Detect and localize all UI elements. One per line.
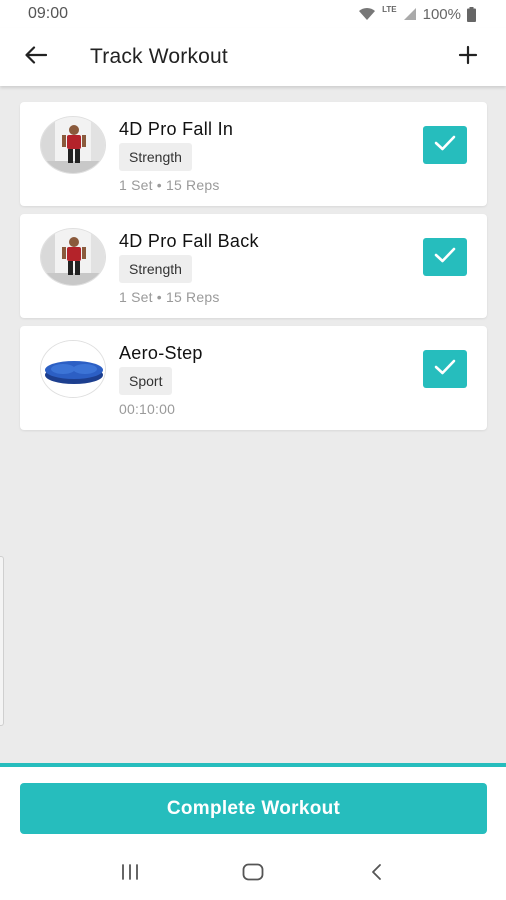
exercise-thumbnail [40,340,106,398]
system-back-button[interactable] [356,854,396,894]
status-bar: 09:00 LTE 100% [0,0,506,28]
exercise-name: 4D Pro Fall In [119,119,234,139]
completed-checkbox[interactable] [423,126,467,164]
battery-level: 100% [422,5,461,23]
network-type: LTE [382,4,397,14]
exercise-detail: 1 Set • 15 Reps [119,177,220,193]
checkmark-icon [434,247,456,268]
wifi-icon [358,7,376,21]
back-icon [370,863,382,886]
plus-icon [458,45,478,70]
back-button[interactable] [18,39,54,75]
recent-apps-button[interactable] [110,854,150,894]
workout-list: 4D Pro Fall In Strength 1 Set • 15 Reps [20,102,487,438]
edge-panel-handle[interactable] [0,556,4,726]
system-navigation-bar [0,848,506,900]
workout-card[interactable]: 4D Pro Fall Back Strength 1 Set • 15 Rep… [20,214,487,318]
page-title: Track Workout [90,45,228,68]
status-time: 09:00 [28,5,69,22]
category-badge: Strength [119,143,192,171]
status-icons: LTE 100% [358,4,476,23]
app-bar: Track Workout [0,28,506,86]
signal-icon [403,7,417,21]
battery-icon [467,6,476,22]
checkmark-icon [434,135,456,156]
exercise-name: 4D Pro Fall Back [119,231,259,251]
category-badge: Strength [119,255,192,283]
exercise-duration: 00:10:00 [119,401,176,417]
checkmark-icon [434,359,456,380]
workout-card[interactable]: 4D Pro Fall In Strength 1 Set • 15 Reps [20,102,487,206]
back-arrow-icon [25,45,48,69]
completed-checkbox[interactable] [423,350,467,388]
home-button[interactable] [233,854,273,894]
home-icon [242,863,264,886]
exercise-thumbnail [40,228,106,286]
exercise-detail: 1 Set • 15 Reps [119,289,220,305]
recent-apps-icon [120,863,140,885]
add-exercise-button[interactable] [450,39,486,75]
category-badge: Sport [119,367,173,395]
complete-workout-button[interactable]: Complete Workout [20,783,487,834]
exercise-thumbnail [40,116,106,174]
exercise-name: Aero-Step [119,343,203,363]
workout-card[interactable]: Aero-Step Sport 00:10:00 [20,326,487,430]
completed-checkbox[interactable] [423,238,467,276]
